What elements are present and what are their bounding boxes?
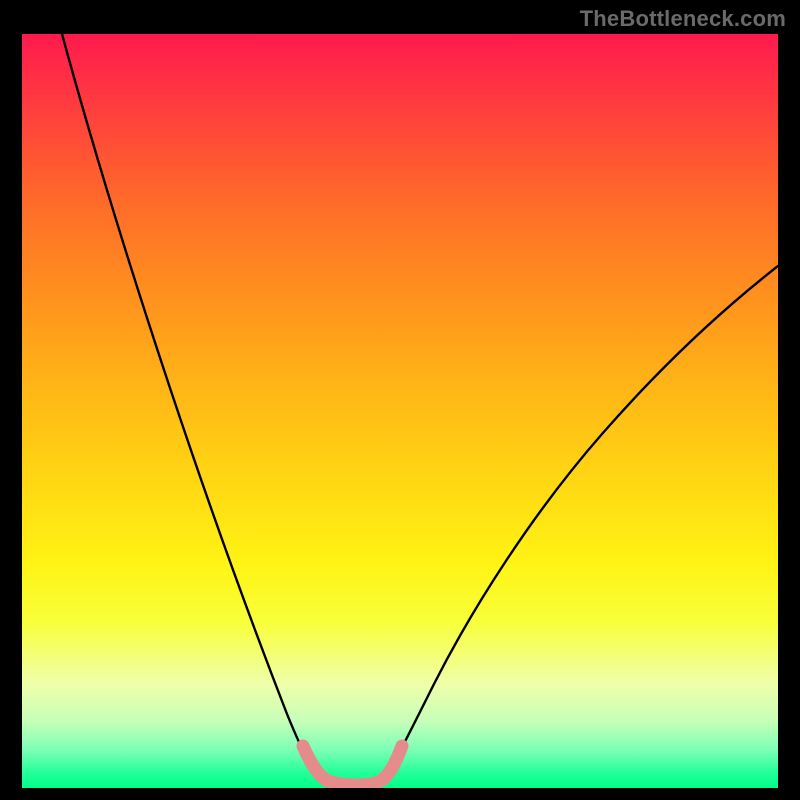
chart-frame: TheBottleneck.com xyxy=(0,0,800,800)
curve-svg xyxy=(22,34,778,788)
black-curve-left-path xyxy=(62,34,314,770)
watermark-text: TheBottleneck.com xyxy=(580,6,786,32)
pink-valley-path xyxy=(303,746,402,785)
black-curve-right-path xyxy=(390,266,778,770)
plot-area xyxy=(22,34,778,788)
